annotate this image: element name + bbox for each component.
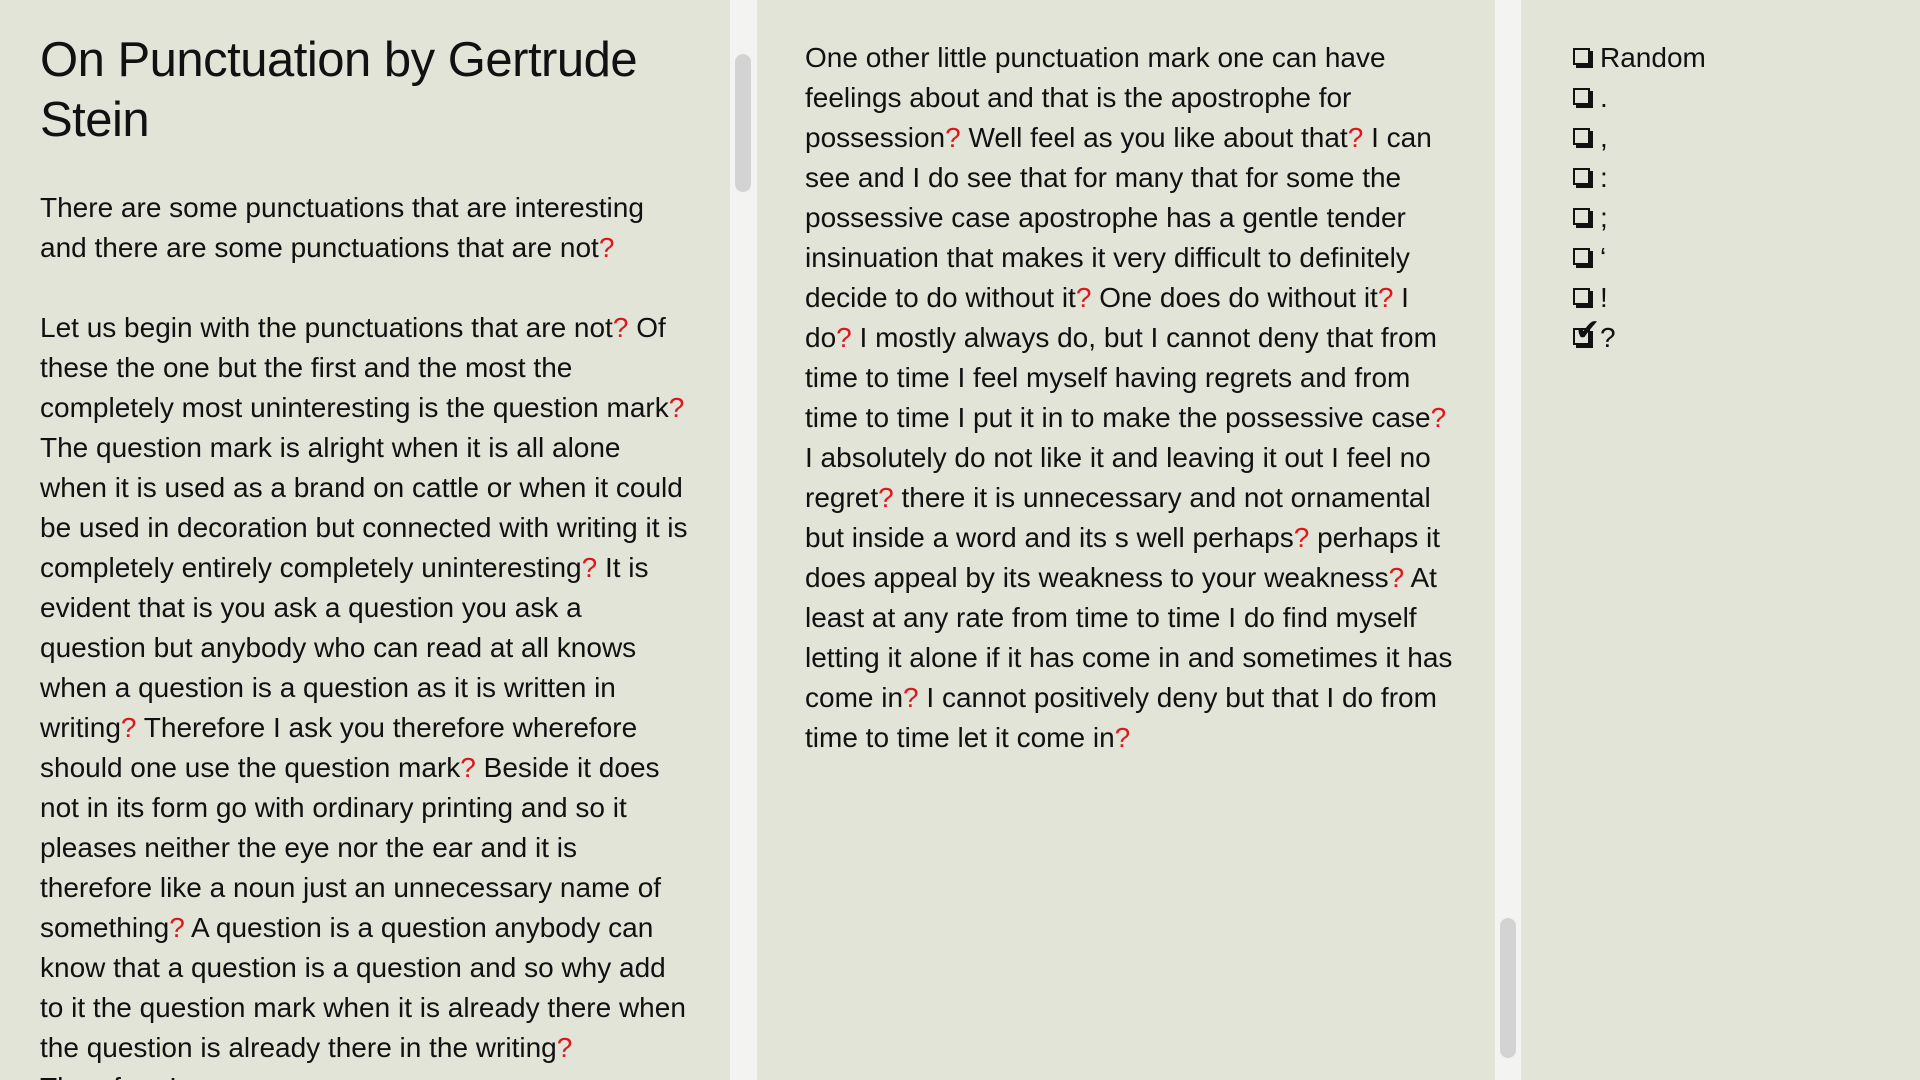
checkbox-icon[interactable] — [1573, 207, 1590, 225]
punctuation-filter-pane: Random.,:; ‘! ✔? — [1521, 0, 1920, 1080]
text-run: One does do without it — [1091, 282, 1378, 313]
left-pane-scrollbar-thumb[interactable] — [735, 54, 751, 192]
left-text-pane[interactable]: On Punctuation by Gertrude Stein There a… — [0, 0, 730, 1080]
highlighted-question-mark: ? — [598, 232, 615, 263]
highlighted-question-mark: ? — [1293, 522, 1310, 553]
filter-option-label: ‘ — [1600, 242, 1607, 273]
filter-option-comma[interactable]: , — [1573, 118, 1920, 158]
highlighted-question-mark: ? — [878, 482, 894, 513]
highlighted-question-mark: ? — [120, 712, 137, 743]
text-run: Well feel as you like about that — [960, 122, 1348, 153]
paragraph: Let us begin with the punctuations that … — [40, 308, 690, 1080]
highlighted-question-mark: ? — [668, 392, 685, 423]
highlighted-question-mark: ? — [612, 312, 629, 343]
filter-option-label: ! — [1600, 282, 1608, 313]
filter-option-question[interactable]: ✔? — [1573, 315, 1920, 358]
left-text-body: There are some punctuations that are int… — [40, 188, 690, 1080]
highlighted-question-mark: ? — [945, 122, 961, 153]
filter-option-colon[interactable]: : — [1573, 158, 1920, 198]
checkbox-icon[interactable] — [1573, 167, 1590, 185]
highlighted-question-mark: ? — [903, 682, 919, 713]
reader-page: On Punctuation by Gertrude Stein There a… — [0, 0, 1920, 1080]
filter-option-label: : — [1600, 162, 1608, 193]
highlighted-question-mark: ? — [836, 322, 852, 353]
middle-pane-scrollbar-thumb[interactable] — [1500, 918, 1516, 1058]
highlighted-question-mark: ? — [1388, 562, 1405, 593]
checkbox-icon[interactable] — [1573, 287, 1590, 305]
highlighted-question-mark: ? — [581, 552, 598, 583]
checkmark-icon: ✔ — [1575, 312, 1601, 348]
highlighted-question-mark: ? — [460, 752, 476, 783]
punctuation-filter-list: Random.,:; ‘! ✔? — [1573, 38, 1920, 358]
text-run: There are some punctuations that are int… — [40, 192, 644, 263]
checked-checkbox-icon[interactable]: ✔ — [1573, 315, 1600, 345]
filter-option-semicolon[interactable]: ; — [1573, 198, 1920, 238]
filter-option-label: ; — [1600, 202, 1608, 233]
text-run: Let us begin with the punctuations that … — [40, 312, 613, 343]
highlighted-question-mark: ? — [1377, 282, 1394, 313]
paragraph: One other little punctuation mark one ca… — [805, 38, 1455, 758]
highlighted-question-mark: ? — [169, 912, 185, 943]
highlighted-question-mark: ? — [1114, 722, 1131, 753]
text-run: I mostly always do, but I cannot deny th… — [805, 322, 1437, 433]
highlighted-question-mark: ? — [1430, 402, 1447, 433]
highlighted-question-mark: ? — [556, 1032, 573, 1063]
filter-option-label: ? — [1600, 322, 1616, 353]
document-title: On Punctuation by Gertrude Stein — [40, 33, 638, 147]
filter-option-label: Random — [1600, 42, 1706, 73]
highlighted-question-mark: ? — [1347, 122, 1364, 153]
text-run: Therefore I never — [40, 1072, 255, 1080]
filter-option-label: . — [1600, 82, 1608, 113]
checkbox-icon[interactable] — [1573, 47, 1590, 65]
filter-option-period[interactable]: . — [1573, 78, 1920, 118]
filter-option-label: , — [1600, 122, 1608, 153]
filter-option-random[interactable]: Random — [1573, 38, 1920, 78]
middle-text-pane[interactable]: One other little punctuation mark one ca… — [757, 0, 1495, 1080]
paragraph: There are some punctuations that are int… — [40, 188, 690, 268]
middle-text-body: One other little punctuation mark one ca… — [805, 38, 1455, 758]
filter-option-apostrophe[interactable]: ‘ — [1573, 238, 1920, 278]
checkbox-icon[interactable] — [1573, 247, 1590, 265]
checkbox-icon[interactable] — [1573, 127, 1590, 145]
highlighted-question-mark: ? — [1075, 282, 1092, 313]
filter-option-exclamation[interactable]: ! — [1573, 278, 1920, 318]
checkbox-icon[interactable] — [1573, 87, 1590, 105]
